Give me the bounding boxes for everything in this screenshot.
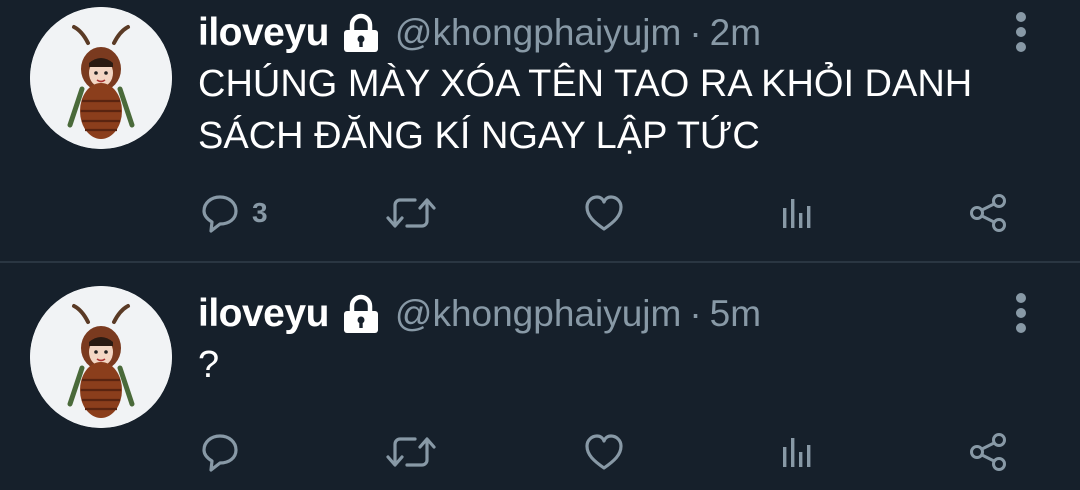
avatar[interactable] — [30, 7, 172, 149]
reply-button[interactable]: 3 — [198, 188, 268, 238]
views-button[interactable] — [776, 427, 820, 477]
timestamp[interactable]: 2m — [710, 12, 761, 54]
user-handle[interactable]: @khongphaiyujm — [395, 12, 681, 54]
share-icon — [970, 194, 1006, 232]
views-icon — [783, 438, 811, 467]
tweet-header: iloveyu @khongphaiyujm · 2m — [198, 10, 761, 56]
like-icon — [585, 434, 623, 470]
retweet-icon — [386, 198, 436, 228]
action-bar — [0, 427, 1080, 477]
like-button[interactable] — [582, 188, 626, 238]
avatar[interactable] — [30, 286, 172, 428]
reply-icon — [202, 195, 238, 233]
more-icon[interactable] — [1008, 10, 1034, 56]
views-icon — [783, 199, 811, 228]
separator-dot: · — [689, 293, 702, 334]
avatar-image — [30, 286, 172, 428]
share-icon — [970, 433, 1006, 471]
retweet-icon — [386, 437, 436, 467]
action-bar: 3 — [0, 188, 1080, 238]
lock-icon — [343, 294, 378, 333]
separator-dot: · — [689, 12, 702, 53]
tweet[interactable]: iloveyu @khongphaiyujm · 5m ? — [0, 263, 1080, 490]
like-icon — [585, 195, 623, 231]
tweet[interactable]: iloveyu @khongphaiyujm · 2m CHÚNG MÀY XÓ… — [0, 0, 1080, 261]
retweet-button[interactable] — [384, 427, 438, 477]
retweet-button[interactable] — [384, 188, 438, 238]
lock-icon — [343, 13, 378, 52]
tweet-text: ? — [198, 344, 220, 386]
reply-icon — [202, 434, 238, 472]
avatar-image — [30, 7, 172, 149]
like-button[interactable] — [582, 427, 626, 477]
views-button[interactable] — [776, 188, 820, 238]
more-icon[interactable] — [1008, 291, 1034, 337]
tweet-text: CHÚNG MÀY XÓA TÊN TAO RA KHỎI DANH SÁCH … — [198, 63, 983, 157]
display-name[interactable]: iloveyu — [198, 11, 329, 55]
tweet-header: iloveyu @khongphaiyujm · 5m — [198, 291, 761, 337]
reply-count: 3 — [252, 197, 268, 228]
share-button[interactable] — [966, 427, 1010, 477]
display-name[interactable]: iloveyu — [198, 292, 329, 336]
share-button[interactable] — [966, 188, 1010, 238]
user-handle[interactable]: @khongphaiyujm — [395, 293, 681, 335]
timestamp[interactable]: 5m — [710, 293, 761, 335]
reply-button[interactable] — [198, 427, 252, 477]
